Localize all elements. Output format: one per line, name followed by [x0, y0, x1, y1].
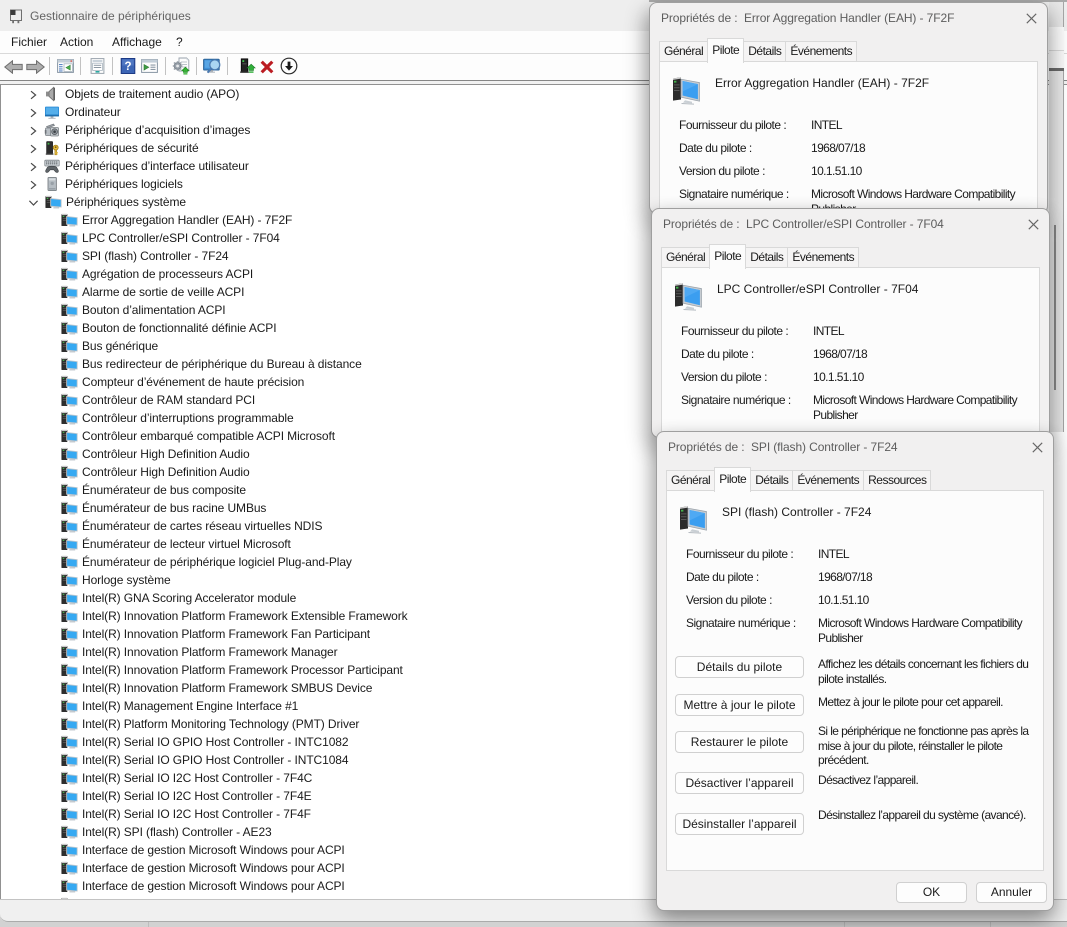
svg-text:?: ? [124, 61, 131, 73]
